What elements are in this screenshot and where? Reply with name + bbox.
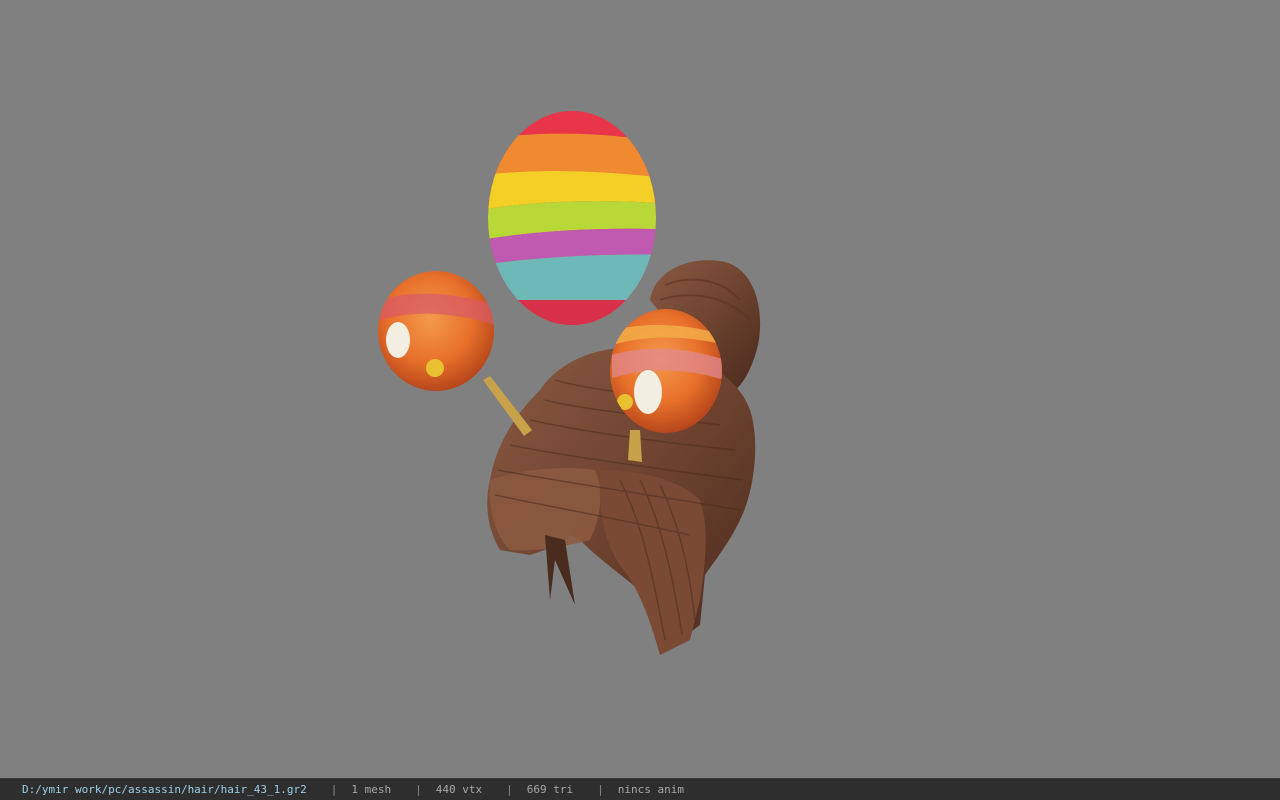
left-orange-egg xyxy=(378,271,494,391)
rainbow-easter-egg xyxy=(488,111,656,325)
left-egg-stick xyxy=(483,376,532,436)
status-separator: | xyxy=(415,783,422,796)
mesh-count-label: 1 mesh xyxy=(351,783,392,796)
vertex-count-label: 440 vtx xyxy=(435,783,483,796)
animation-info-label: nincs anim xyxy=(617,783,684,796)
right-egg-stick xyxy=(628,430,642,462)
file-path-label: D:/ymir work/pc/assassin/hair/hair_43_1.… xyxy=(22,783,307,796)
triangle-count-label: 669 tri xyxy=(526,783,574,796)
status-separator: | xyxy=(506,783,513,796)
status-separator: | xyxy=(597,783,604,796)
hair-model-render xyxy=(378,111,761,655)
3d-viewport[interactable] xyxy=(0,0,1280,778)
status-bar: D:/ymir work/pc/assassin/hair/hair_43_1.… xyxy=(0,778,1280,800)
status-separator: | xyxy=(330,783,338,796)
